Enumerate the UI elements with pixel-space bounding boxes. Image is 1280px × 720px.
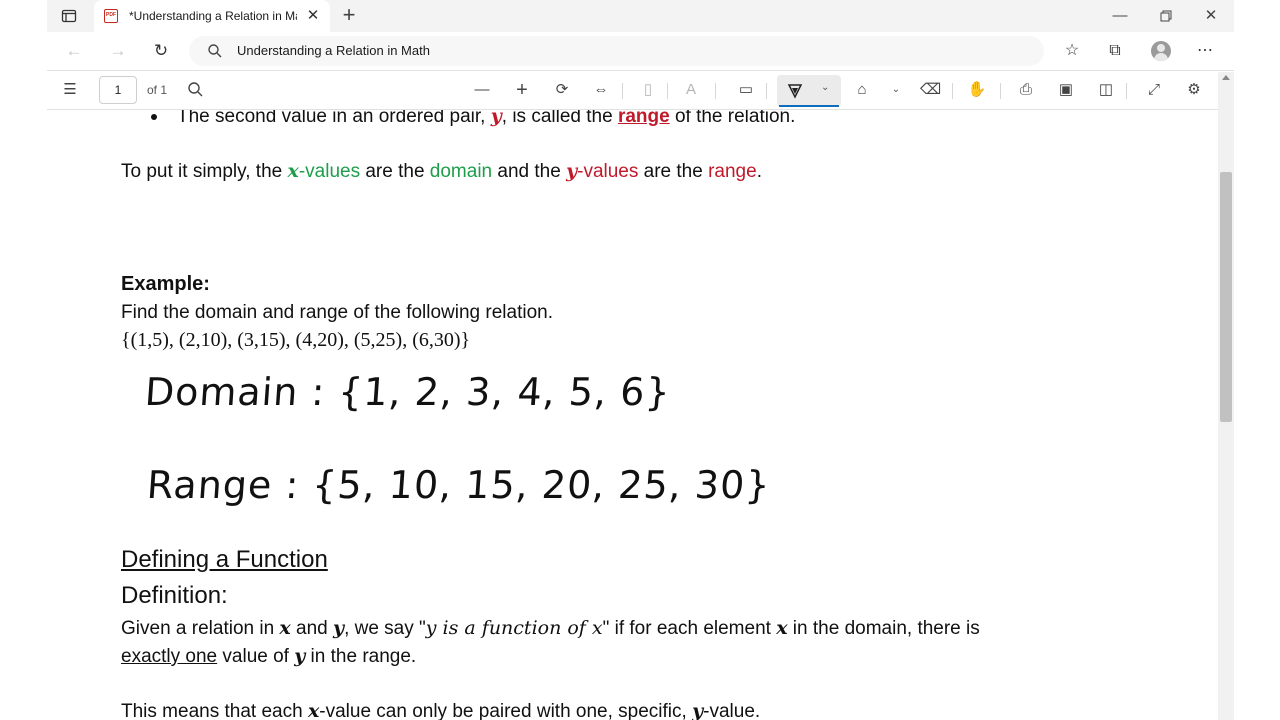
left-frame <box>0 0 47 720</box>
settings-icon[interactable]: ⚙ <box>1184 80 1204 100</box>
toolbar-divider <box>952 83 953 99</box>
toolbar-divider <box>766 83 767 99</box>
toolbar-divider <box>667 83 668 99</box>
zoom-in-icon[interactable]: + <box>512 80 532 100</box>
draw-icon <box>787 84 803 99</box>
chevron-down-icon[interactable]: ⌄ <box>886 80 906 100</box>
draw-tool-button[interactable]: ⌄ <box>777 75 841 107</box>
example-heading: Example: <box>121 273 210 295</box>
fullscreen-icon[interactable]: ⤢ <box>1144 80 1164 100</box>
more-icon[interactable]: ⋯ <box>1195 41 1215 61</box>
pdf-page: The second value in an ordered pair, y, … <box>47 110 1218 720</box>
fit-width-icon[interactable]: ⇔ <box>591 80 611 100</box>
restore-icon[interactable] <box>1155 5 1177 27</box>
back-icon[interactable]: ← <box>64 41 84 61</box>
pdf-file-icon: PDF <box>104 9 118 23</box>
definition-label: Definition: <box>121 582 228 609</box>
page-view-icon[interactable]: ▯ <box>638 80 658 100</box>
refresh-icon[interactable]: ↻ <box>151 41 171 61</box>
page-count: of 1 <box>147 83 168 97</box>
example-set: {(1,5), (2,10), (3,15), (4,20), (5,25), … <box>121 329 471 351</box>
toolbar-divider <box>1000 83 1001 99</box>
browser-window: PDF *Understanding a Relation in Ma ✕ + … <box>47 0 1234 720</box>
new-tab-button[interactable]: + <box>339 4 359 26</box>
handwritten-range: Range : {5, 10, 15, 20, 25, 30} <box>145 463 773 507</box>
active-tab[interactable]: PDF *Understanding a Relation in Ma ✕ <box>94 0 330 32</box>
definition-line-2: exactly one value of y in the range. <box>121 645 417 667</box>
add-text-icon[interactable]: ▭ <box>736 80 756 100</box>
touch-icon[interactable]: ✋ <box>967 80 987 100</box>
contents-icon[interactable]: ☰ <box>60 80 80 100</box>
function-heading: Defining a Function <box>121 546 328 573</box>
address-text: Understanding a Relation in Math <box>237 43 430 58</box>
toolbar-divider <box>1126 83 1127 99</box>
erase-icon[interactable]: ⌫ <box>920 80 941 100</box>
address-bar[interactable]: Understanding a Relation in Math <box>189 36 1044 66</box>
forward-icon[interactable]: → <box>108 41 128 61</box>
tab-strip: PDF *Understanding a Relation in Ma ✕ + … <box>47 0 1234 32</box>
page-number-input[interactable]: 1 <box>99 76 137 104</box>
save-icon[interactable]: ▣ <box>1056 80 1076 100</box>
favorites-icon[interactable]: ☆ <box>1062 41 1082 61</box>
chevron-down-icon[interactable]: ⌄ <box>821 82 829 93</box>
profile-avatar-icon[interactable] <box>1151 41 1171 61</box>
find-icon[interactable] <box>186 80 206 100</box>
scroll-up-icon[interactable] <box>1222 75 1230 80</box>
toolbar-divider <box>622 83 623 99</box>
bullet-dot <box>151 114 157 120</box>
close-window-icon[interactable]: ✕ <box>1200 5 1222 27</box>
pdf-toolbar: ☰ 1 of 1 — + ⟳ ⇔ ▯ A ▭ ⌄ ⌂ ⌄ ⌫ ✋ ⎙ ▣ ◫ ⤢… <box>47 70 1234 110</box>
navigation-bar: ← → ↻ Understanding a Relation in Math ☆… <box>47 32 1234 70</box>
example-prompt: Find the domain and range of the followi… <box>121 302 553 323</box>
minimize-icon[interactable]: — <box>1109 5 1131 27</box>
selected-indicator <box>779 105 839 107</box>
print-icon[interactable]: ⎙ <box>1016 80 1036 100</box>
highlight-icon[interactable]: ⌂ <box>852 80 872 100</box>
scrollbar-thumb[interactable] <box>1220 172 1232 422</box>
simple-summary-line: To put it simply, the x-values are the d… <box>121 160 762 182</box>
tab-close-icon[interactable]: ✕ <box>305 8 321 24</box>
definition-line-1: Given a relation in x and y, we say "y i… <box>121 617 980 639</box>
read-aloud-icon[interactable]: A <box>681 80 701 100</box>
handwritten-domain: Domain : {1, 2, 3, 4, 5, 6} <box>143 370 673 414</box>
means-line: This means that each x-value can only be… <box>121 700 761 720</box>
toolbar-divider <box>715 83 716 99</box>
collections-icon[interactable]: ⧉ <box>1105 41 1125 61</box>
rotate-icon[interactable]: ⟳ <box>552 80 572 100</box>
right-frame <box>1234 0 1280 720</box>
tab-actions-icon[interactable] <box>61 8 77 24</box>
save-as-icon[interactable]: ◫ <box>1096 80 1116 100</box>
bullet-range-line: The second value in an ordered pair, y, … <box>177 110 796 127</box>
tab-title: *Understanding a Relation in Ma <box>129 9 297 23</box>
zoom-out-icon[interactable]: — <box>472 80 492 100</box>
search-icon <box>208 44 222 58</box>
vertical-scrollbar[interactable] <box>1218 72 1234 720</box>
